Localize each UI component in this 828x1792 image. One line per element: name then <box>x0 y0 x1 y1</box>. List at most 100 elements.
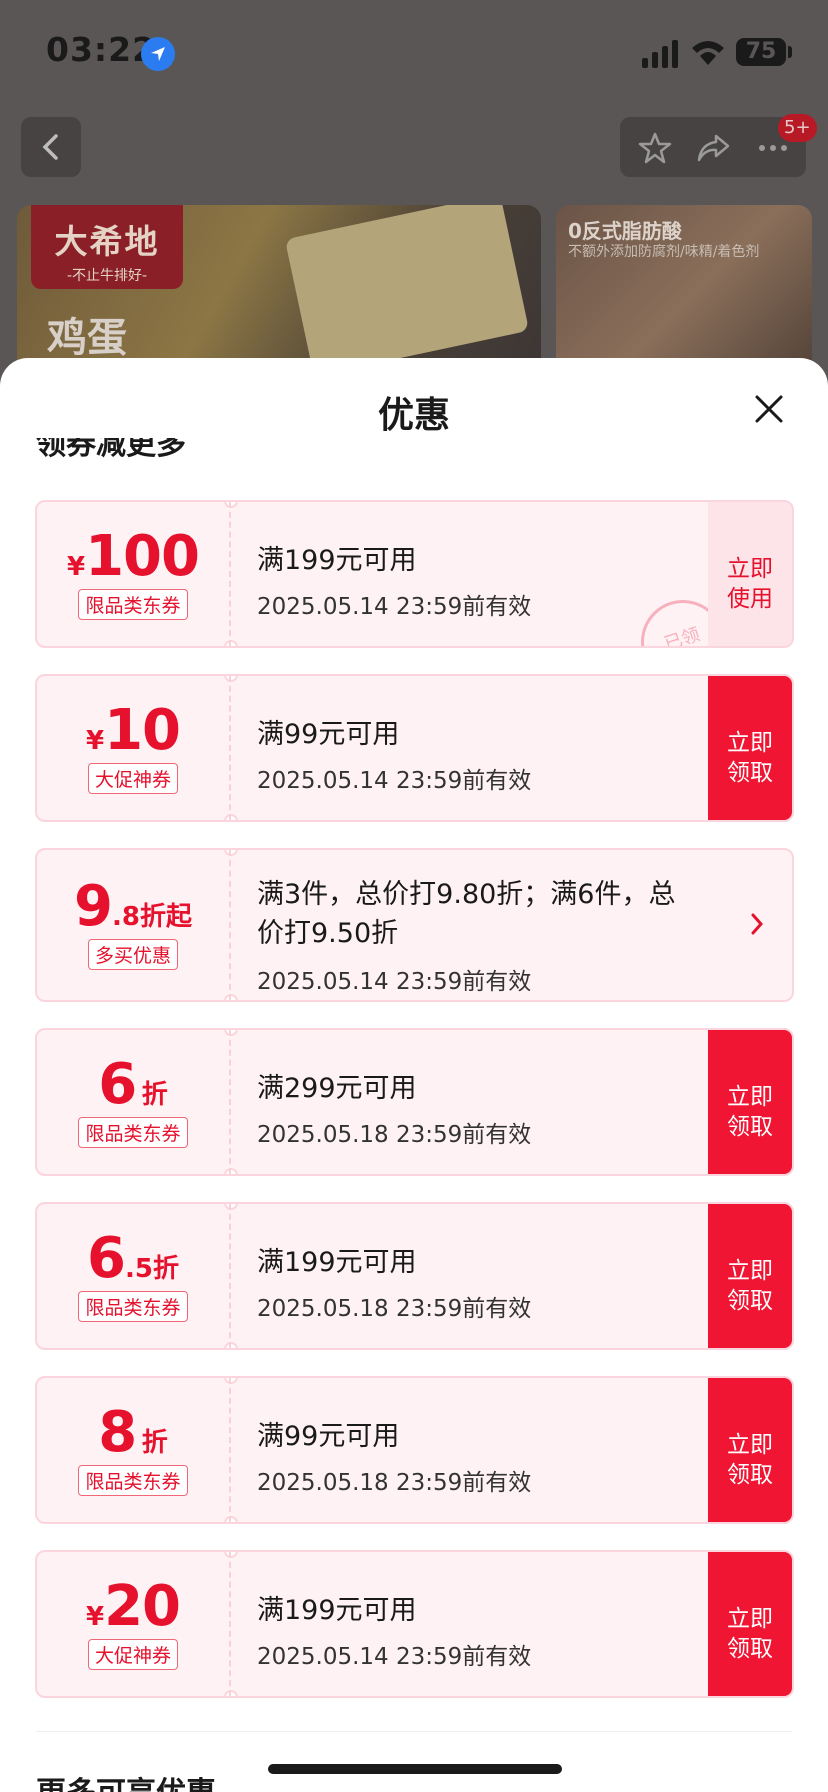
amount-value: 6 <box>87 1226 126 1291</box>
cta-line2: 使用 <box>727 586 773 612</box>
status-bar: 03:22 75 <box>0 0 828 100</box>
cta-line1: 立即 <box>727 556 773 582</box>
back-button[interactable] <box>21 117 81 177</box>
background-page: 03:22 75 5+ 大希地 -不止牛排好- 鸡蛋 0反式脂肪酸 不额外添加防… <box>0 0 828 400</box>
coupon-details: 满3件，总价打9.80折；满6件，总 价打9.50折 2025.05.14 23… <box>257 850 675 996</box>
cta-line2: 领取 <box>727 1114 773 1140</box>
cta-line2: 领取 <box>727 1462 773 1488</box>
coupon-amount: ¥100 <box>37 502 229 589</box>
currency-symbol: ¥ <box>85 726 105 756</box>
brand-logo-sub: -不止牛排好- <box>66 268 148 284</box>
cta-line1: 立即 <box>727 1606 773 1632</box>
coupon-amount: 6.5折 <box>37 1204 229 1291</box>
coupon-condition: 满99元可用 <box>257 719 400 750</box>
amount-suffix: .5折 <box>125 1254 179 1284</box>
coupon-amount: 9.8折起 <box>37 850 229 939</box>
currency-symbol: ¥ <box>85 1602 105 1632</box>
amount-suffix: .8折起 <box>112 902 192 932</box>
coupon-card: ¥100 限品类东券 满199元可用 2025.05.14 23:59前有效 已… <box>35 500 794 648</box>
coupon-validity: 2025.05.14 23:59前有效 <box>257 768 532 794</box>
banner-caption: 鸡蛋 <box>47 315 127 361</box>
back-chevron-icon <box>42 134 58 160</box>
cta-line2: 领取 <box>727 760 773 786</box>
section-divider <box>36 1731 792 1732</box>
claim-now-button[interactable]: 立即 领取 <box>708 676 792 820</box>
claim-now-button[interactable]: 立即 领取 <box>708 1030 792 1174</box>
coupon-value-block: ¥20 大促神券 <box>37 1552 231 1696</box>
star-icon[interactable] <box>638 131 672 165</box>
use-now-button[interactable]: 立即 使用 <box>708 502 792 646</box>
amount-value: 100 <box>85 524 200 589</box>
claim-now-button[interactable]: 立即 领取 <box>708 1378 792 1522</box>
coupon-card: ¥20 大促神券 满199元可用 2025.05.14 23:59前有效 立即 … <box>35 1550 794 1698</box>
cta-line1: 立即 <box>727 730 773 756</box>
brand-logo: 大希地 -不止牛排好- <box>31 205 183 289</box>
coupon-tag: 大促神券 <box>87 1639 178 1670</box>
amount-suffix: 折 <box>141 1080 168 1110</box>
cta-line1: 立即 <box>727 1258 773 1284</box>
coupon-tag: 限品类东券 <box>78 1465 188 1496</box>
battery-tip <box>788 46 792 58</box>
coupon-sheet: 优惠 领券减更多 ¥100 限品类东券 满199元可用 2025.05.14 2… <box>0 358 828 1792</box>
coupon-details: 满99元可用 2025.05.18 23:59前有效 <box>257 1378 531 1497</box>
sheet-title: 优惠 <box>377 395 450 436</box>
coupon-condition-line2: 价打9.50折 <box>257 918 399 949</box>
amount-value: 20 <box>104 1574 181 1639</box>
coupon-details: 满99元可用 2025.05.14 23:59前有效 <box>257 676 531 795</box>
amount-value: 9 <box>74 874 113 939</box>
more-offers-heading: 更多可享优惠 <box>36 1768 216 1792</box>
amount-value: 8 <box>98 1400 137 1465</box>
coupon-validity: 2025.05.18 23:59前有效 <box>257 1296 532 1322</box>
banner-right-title: 0反式脂肪酸 <box>568 219 682 243</box>
coupon-condition: 满99元可用 <box>257 1421 400 1452</box>
battery-icon: 75 <box>736 38 786 66</box>
coupon-details: 满299元可用 2025.05.18 23:59前有效 <box>257 1030 531 1149</box>
brand-logo-main: 大希地 <box>54 222 160 261</box>
coupon-tag: 限品类东券 <box>78 589 188 620</box>
claim-now-button[interactable]: 立即 领取 <box>708 1552 792 1696</box>
coupon-amount: 8 折 <box>37 1378 229 1465</box>
cta-line1: 立即 <box>727 1084 773 1110</box>
coupon-card: 6 折 限品类东券 满299元可用 2025.05.18 23:59前有效 立即… <box>35 1028 794 1176</box>
coupon-value-block: 9.8折起 多买优惠 <box>37 850 231 1000</box>
amount-suffix: 折 <box>141 1428 168 1458</box>
amount-value: 10 <box>104 698 181 763</box>
coupon-tag: 限品类东券 <box>78 1291 188 1322</box>
cta-line1: 立即 <box>727 1432 773 1458</box>
amount-value: 6 <box>98 1052 137 1117</box>
home-indicator[interactable] <box>268 1764 562 1774</box>
coupon-details: 满199元可用 2025.05.18 23:59前有效 <box>257 1204 531 1323</box>
cta-line2: 领取 <box>727 1288 773 1314</box>
signal-icon <box>642 40 680 68</box>
status-time: 03:22 <box>46 30 157 69</box>
coupon-value-block: 6.5折 限品类东券 <box>37 1204 231 1348</box>
coupon-tag: 大促神券 <box>87 763 178 794</box>
coupon-validity: 2025.05.14 23:59前有效 <box>257 594 532 620</box>
coupon-condition-line1: 满3件，总价打9.80折；满6件，总 <box>257 879 676 910</box>
coupon-tag: 多买优惠 <box>87 939 178 970</box>
coupon-card-multibuy[interactable]: 9.8折起 多买优惠 满3件，总价打9.80折；满6件，总 价打9.50折 20… <box>35 848 794 1002</box>
coupon-validity: 2025.05.18 23:59前有效 <box>257 1122 532 1148</box>
close-icon[interactable] <box>748 388 790 430</box>
coupon-amount: ¥10 <box>37 676 229 763</box>
coupon-condition: 满199元可用 <box>257 1595 417 1626</box>
coupon-card: 6.5折 限品类东券 满199元可用 2025.05.18 23:59前有效 立… <box>35 1202 794 1350</box>
share-icon[interactable] <box>696 131 730 165</box>
notification-badge: 5+ <box>778 114 817 142</box>
banner-dish-image <box>284 205 530 377</box>
coupon-details: 满199元可用 2025.05.14 23:59前有效 <box>257 1552 531 1671</box>
banner-right-subtitle: 不额外添加防腐剂/味精/着色剂 <box>568 244 760 260</box>
coupon-amount: ¥20 <box>37 1552 229 1639</box>
coupon-value-block: ¥100 限品类东券 <box>37 502 231 646</box>
currency-symbol: ¥ <box>67 552 86 582</box>
section-heading-cut: 领券减更多 <box>36 438 186 460</box>
claim-now-button[interactable]: 立即 领取 <box>708 1204 792 1348</box>
chevron-right-icon <box>751 913 764 935</box>
coupon-value-block: 6 折 限品类东券 <box>37 1030 231 1174</box>
coupon-validity: 2025.05.14 23:59前有效 <box>257 969 532 995</box>
coupon-details: 满199元可用 2025.05.14 23:59前有效 <box>257 502 531 621</box>
coupon-validity: 2025.05.18 23:59前有效 <box>257 1470 532 1496</box>
wifi-icon <box>690 38 726 70</box>
coupon-tag: 限品类东券 <box>78 1117 188 1148</box>
coupon-condition: 满299元可用 <box>257 1073 417 1104</box>
